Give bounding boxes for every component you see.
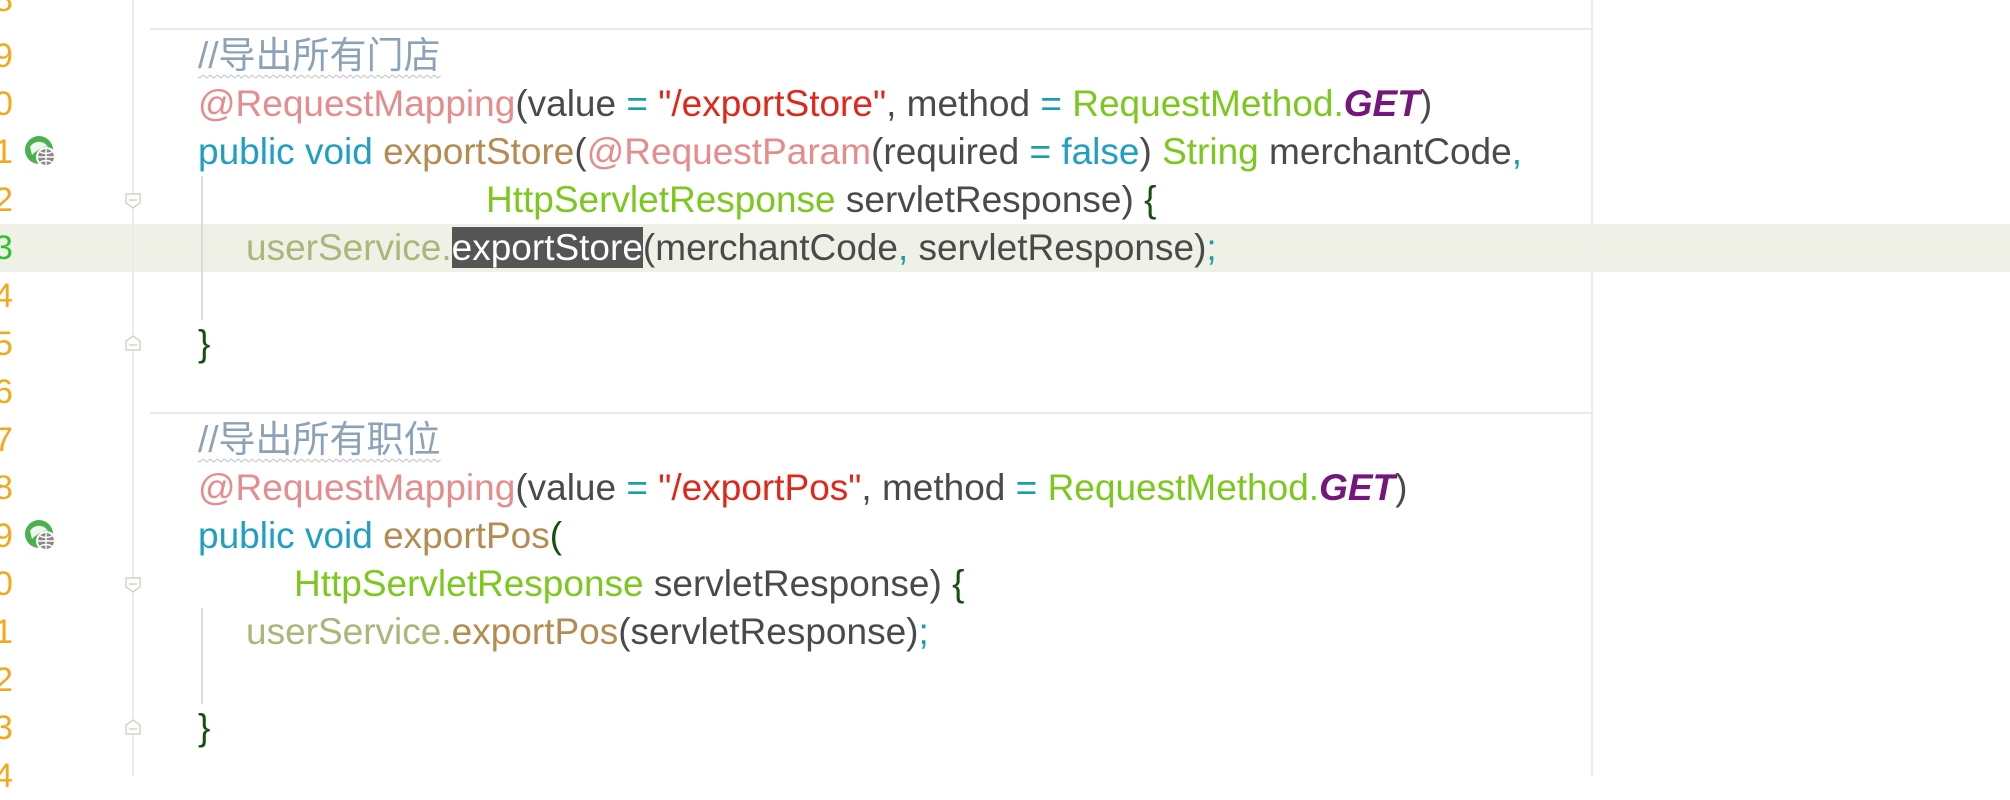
code-token: ) (1419, 83, 1433, 124)
code-token: (required (871, 131, 1030, 172)
fold-end-icon[interactable] (124, 334, 142, 352)
code-line[interactable]: @RequestMapping(value = "/exportStore", … (198, 80, 1432, 128)
code-token: //导出所有职位 (198, 419, 441, 460)
code-token: GET (1343, 83, 1420, 124)
code-token: String (1162, 131, 1270, 172)
code-token: } (198, 323, 211, 364)
code-token: (value (515, 83, 627, 124)
code-line[interactable]: //导出所有门店 (198, 32, 441, 80)
code-token: ( (549, 515, 563, 556)
line-number: 8 (0, 469, 13, 507)
code-token: @RequestMapping (198, 83, 516, 124)
line-number: 8 (0, 0, 13, 19)
line-number: 4 (0, 757, 13, 795)
line-number: 5 (0, 325, 13, 363)
line-number: 1 (0, 133, 13, 171)
code-token: ; (918, 611, 929, 652)
line-number: 2 (0, 181, 13, 219)
line-number: 3 (0, 709, 13, 747)
line-number-active: 3 (0, 229, 13, 267)
code-token: , method (886, 83, 1041, 124)
code-line[interactable]: public void exportPos( (198, 512, 562, 560)
code-token: servletResponse) (845, 179, 1145, 220)
line-number: 0 (0, 85, 13, 123)
code-token: { (1144, 179, 1157, 220)
code-editor[interactable]: 8 9 0 1 2 3 4 5 6 7 8 9 0 1 2 3 4 //导出所有… (0, 0, 2010, 795)
code-line[interactable]: HttpServletResponse servletResponse) { (294, 560, 964, 608)
code-line[interactable]: } (198, 320, 210, 368)
code-token: exportPos (383, 515, 550, 556)
fold-end-icon[interactable] (124, 718, 142, 736)
web-endpoint-globe-icon[interactable] (24, 519, 58, 553)
code-token: (servletResponse) (618, 611, 919, 652)
code-token: userService. (246, 227, 452, 268)
code-line[interactable]: HttpServletResponse servletResponse) { (486, 176, 1156, 224)
code-line[interactable]: } (198, 704, 210, 752)
code-token: HttpServletResponse (486, 179, 846, 220)
code-token: = (1029, 131, 1062, 172)
code-token: HttpServletResponse (294, 563, 654, 604)
code-token: RequestMethod. (1047, 467, 1320, 508)
line-number: 9 (0, 37, 13, 75)
code-token: ) (1139, 131, 1163, 172)
code-token: "/exportStore" (658, 83, 887, 124)
line-number: 9 (0, 517, 13, 555)
right-margin-guide (1591, 0, 1593, 776)
code-token: servletResponse) (653, 563, 953, 604)
code-token: { (952, 563, 965, 604)
method-separator (150, 412, 1591, 414)
code-token: (merchantCode (642, 227, 898, 268)
code-token: = (1040, 83, 1073, 124)
web-endpoint-globe-icon[interactable] (24, 135, 58, 169)
code-line[interactable]: public void exportStore(@RequestParam(re… (198, 128, 1522, 176)
code-token: //导出所有门店 (198, 35, 441, 76)
code-token: servletResponse) (918, 227, 1207, 268)
line-number: 7 (0, 421, 13, 459)
code-token: , (1511, 131, 1522, 172)
gutter-divider (132, 0, 134, 776)
code-token: = (1015, 467, 1048, 508)
indent-guide (201, 176, 203, 320)
code-token: } (198, 707, 211, 748)
fold-collapse-icon[interactable] (124, 576, 142, 594)
code-token: @RequestParam (586, 131, 872, 172)
code-token: ; (1206, 227, 1217, 268)
line-number: 4 (0, 277, 13, 315)
method-separator (150, 28, 1591, 30)
code-token: GET (1319, 467, 1396, 508)
code-token: public void (198, 515, 384, 556)
line-number: 1 (0, 613, 13, 651)
line-number: 2 (0, 661, 13, 699)
code-token: , method (861, 467, 1016, 508)
code-line-active[interactable]: userService.exportStore(merchantCode, se… (246, 224, 1217, 272)
code-token: exportPos (451, 611, 619, 652)
fold-collapse-icon[interactable] (124, 192, 142, 210)
code-line[interactable]: userService.exportPos(servletResponse); (246, 608, 929, 656)
code-token: = (626, 467, 659, 508)
code-token: merchantCode (1269, 131, 1512, 172)
code-token: false (1061, 131, 1140, 172)
code-token: , (897, 227, 919, 268)
code-token: "/exportPos" (658, 467, 862, 508)
code-token: userService. (246, 611, 452, 652)
code-token: RequestMethod. (1072, 83, 1344, 124)
line-number: 0 (0, 565, 13, 603)
line-number: 6 (0, 373, 13, 411)
code-token: (value (515, 467, 627, 508)
code-token: ) (1395, 467, 1408, 508)
code-token: exportStore (383, 131, 575, 172)
code-token: @RequestMapping (198, 467, 516, 508)
code-token: ( (574, 131, 587, 172)
code-token: public void (198, 131, 384, 172)
code-token: = (626, 83, 659, 124)
code-line[interactable]: @RequestMapping(value = "/exportPos", me… (198, 464, 1407, 512)
code-line[interactable]: //导出所有职位 (198, 416, 441, 464)
selected-text: exportStore (451, 227, 643, 268)
indent-guide (201, 608, 203, 704)
